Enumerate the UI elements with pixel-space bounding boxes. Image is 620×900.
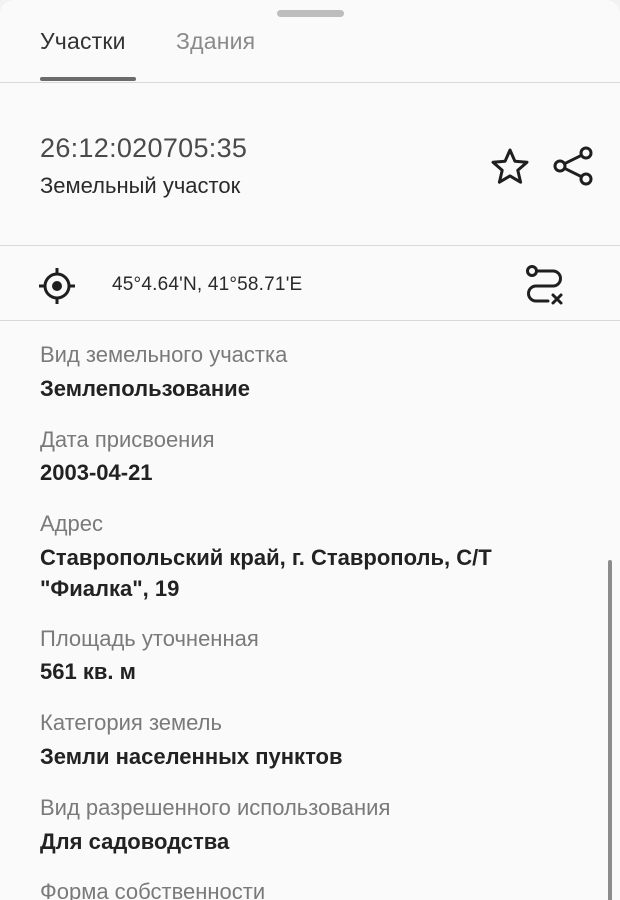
tab-buildings[interactable]: Здания — [176, 28, 255, 55]
share-icon[interactable] — [550, 143, 596, 189]
field-value-land-category: Земли населенных пунктов — [40, 744, 343, 769]
divider — [0, 82, 620, 83]
cadastral-number: 26:12:020705:35 — [40, 133, 248, 163]
field-value-assignment-date: 2003-04-21 — [40, 460, 153, 485]
field-label-address: Адрес — [40, 511, 103, 536]
field-value-address: Ставропольский край, г. Ставрополь, С/Т … — [40, 545, 492, 601]
coordinates-text[interactable]: 45°4.64'N, 41°58.71'E — [112, 274, 302, 296]
field-label-assignment-date: Дата присвоения — [40, 427, 215, 452]
field-label-land-category: Категория земель — [40, 710, 222, 735]
scrollbar[interactable] — [608, 560, 612, 900]
bottom-sheet: Участки Здания 26:12:020705:35 Земельный… — [0, 0, 620, 900]
field-label-area: Площадь уточненная — [40, 626, 259, 651]
divider — [0, 245, 620, 246]
field-label-permitted-use: Вид разрешенного использования — [40, 795, 391, 820]
tab-parcels[interactable]: Участки — [40, 28, 126, 55]
field-label-ownership-form: Форма собственности — [40, 879, 266, 900]
field-value-area: 561 кв. м — [40, 659, 136, 684]
tab-bar: Участки Здания — [0, 0, 620, 82]
field-value-permitted-use: Для садоводства — [40, 829, 230, 854]
field-value-parcel-kind: Землепользование — [40, 376, 250, 401]
active-tab-indicator — [40, 77, 136, 81]
route-icon[interactable] — [522, 262, 568, 308]
object-type: Земельный участок — [40, 173, 241, 198]
divider — [0, 320, 620, 321]
field-label-parcel-kind: Вид земельного участка — [40, 342, 288, 367]
star-icon[interactable] — [488, 145, 532, 189]
crosshair-icon[interactable] — [36, 265, 78, 307]
